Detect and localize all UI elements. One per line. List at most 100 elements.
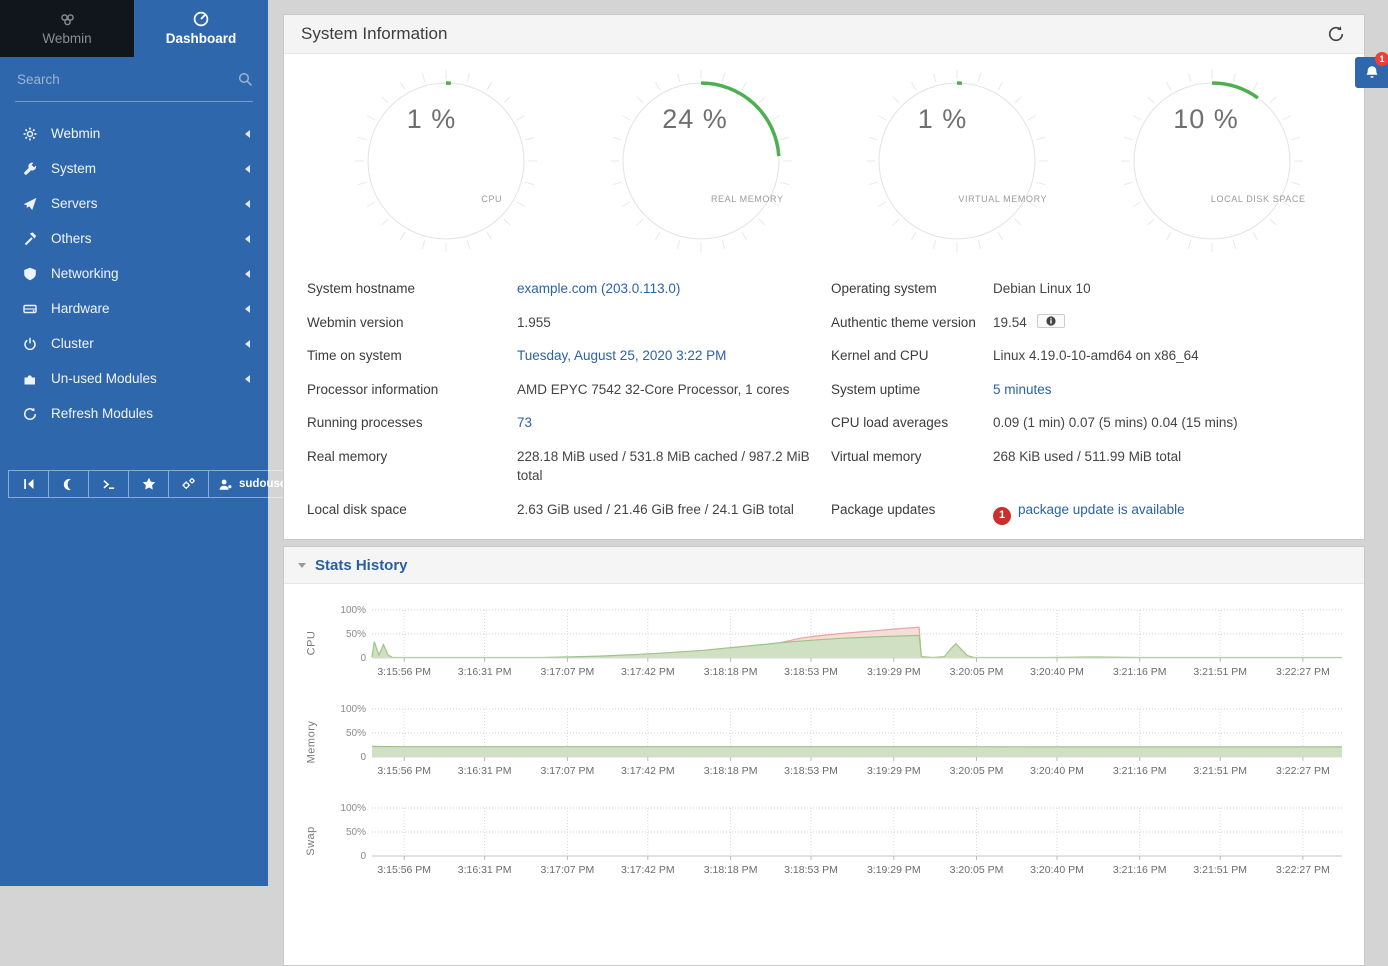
- gauge-value: 10 %: [1173, 104, 1239, 135]
- sidebar-item-unused-modules[interactable]: Un-used Modules: [0, 361, 268, 396]
- cpu-chart: CPU 3:15:56 PM3:16:31 PM3:17:07 PM3:17:4…: [300, 600, 1364, 685]
- x-tick-label: 3:18:53 PM: [784, 666, 838, 678]
- gauge-virtual-memory: 1 % VIRTUAL MEMORY: [862, 66, 1052, 256]
- sidebar-item-hardware[interactable]: Hardware: [0, 291, 268, 326]
- user-icon: [218, 478, 233, 491]
- sidebar-item-networking[interactable]: Networking: [0, 256, 268, 291]
- x-tick-label: 3:16:31 PM: [458, 765, 512, 777]
- notification-count-badge: 1: [1375, 52, 1388, 66]
- info-value: 19.54: [993, 306, 1344, 340]
- refresh-page-button[interactable]: [1325, 23, 1347, 45]
- x-tick-label: 3:16:31 PM: [458, 666, 512, 678]
- hard-drive-icon: [22, 302, 38, 316]
- chevron-left-icon: [245, 270, 250, 278]
- sidebar-menu: Webmin System Servers Others Networking …: [0, 102, 268, 431]
- y-tick-label: 100%: [340, 605, 366, 616]
- gear-icon: [22, 127, 38, 141]
- info-value: Debian Linux 10: [993, 272, 1344, 306]
- gauge-label: REAL MEMORY: [711, 194, 784, 204]
- tab-webmin[interactable]: Webmin: [0, 0, 134, 57]
- sidebar-item-servers[interactable]: Servers: [0, 186, 268, 221]
- gauge-dial: [1117, 66, 1307, 261]
- y-tick-label: 50%: [346, 629, 366, 640]
- running-processes-link[interactable]: 73: [517, 415, 532, 430]
- page-title: System Information: [301, 24, 447, 44]
- info-value: 228.18 MiB used / 531.8 MiB cached / 987…: [517, 440, 831, 493]
- notifications-button[interactable]: 1: [1355, 57, 1388, 88]
- night-mode-button[interactable]: [48, 471, 88, 497]
- tab-webmin-label: Webmin: [42, 31, 91, 46]
- x-tick-label: 3:19:29 PM: [867, 864, 921, 876]
- system-information-header: System Information: [284, 15, 1364, 54]
- info-label: Operating system: [831, 272, 993, 306]
- sidebar-item-label: Webmin: [51, 126, 245, 141]
- sidebar-item-others[interactable]: Others: [0, 221, 268, 256]
- package-updates-link[interactable]: package update is available: [1018, 502, 1185, 517]
- tab-dashboard[interactable]: Dashboard: [134, 0, 268, 57]
- settings-button[interactable]: [168, 471, 208, 497]
- search-input[interactable]: [15, 71, 238, 88]
- x-tick-label: 3:21:16 PM: [1113, 864, 1167, 876]
- x-tick-label: 3:16:31 PM: [458, 864, 512, 876]
- info-label: Authentic theme version: [831, 306, 993, 340]
- chart-series-line: [372, 746, 1342, 747]
- sidebar-item-cluster[interactable]: Cluster: [0, 326, 268, 361]
- y-tick-label: 0: [360, 851, 366, 862]
- x-tick-label: 3:17:07 PM: [541, 864, 595, 876]
- terminal-button[interactable]: [88, 471, 128, 497]
- info-label: Virtual memory: [831, 440, 993, 474]
- x-tick-label: 3:18:18 PM: [704, 864, 758, 876]
- uptime-link[interactable]: 5 minutes: [993, 382, 1052, 397]
- hostname-link[interactable]: example.com (203.0.113.0): [517, 281, 680, 296]
- gauge-value: 1 %: [918, 104, 968, 135]
- chevron-left-icon: [245, 200, 250, 208]
- x-tick-label: 3:17:07 PM: [541, 666, 595, 678]
- gauge-dial: [351, 66, 541, 261]
- gauge-value: 1 %: [407, 104, 457, 135]
- favorites-button[interactable]: [128, 471, 168, 497]
- chevron-left-icon: [245, 340, 250, 348]
- info-value: 268 KiB used / 511.99 MiB total: [993, 440, 1344, 474]
- paper-plane-icon: [22, 197, 38, 211]
- webmin-logo-icon: [59, 12, 76, 27]
- sidebar-item-webmin[interactable]: Webmin: [0, 116, 268, 151]
- gauge-value: 24 %: [662, 104, 728, 135]
- x-tick-label: 3:17:42 PM: [621, 666, 675, 678]
- theme-info-button[interactable]: [1037, 314, 1065, 328]
- y-tick-label: 50%: [346, 728, 366, 739]
- x-tick-label: 3:19:29 PM: [867, 666, 921, 678]
- info-label: Time on system: [307, 339, 517, 373]
- sidebar-item-refresh-modules[interactable]: Refresh Modules: [0, 396, 268, 431]
- sidebar-item-label: Cluster: [51, 336, 245, 351]
- info-label: System hostname: [307, 272, 517, 306]
- x-tick-label: 3:21:51 PM: [1193, 765, 1247, 777]
- x-tick-label: 3:21:51 PM: [1193, 666, 1247, 678]
- x-tick-label: 3:20:05 PM: [950, 765, 1004, 777]
- info-value: 5 minutes: [993, 373, 1344, 407]
- gauge-label: VIRTUAL MEMORY: [958, 194, 1047, 204]
- x-tick-label: 3:20:40 PM: [1030, 765, 1084, 777]
- info-value: Linux 4.19.0-10-amd64 on x86_64: [993, 339, 1344, 373]
- x-tick-label: 3:18:18 PM: [704, 765, 758, 777]
- info-value: 2.63 GiB used / 21.46 GiB free / 24.1 Gi…: [517, 493, 831, 527]
- search-icon[interactable]: [238, 72, 253, 87]
- info-label: Local disk space: [307, 493, 517, 527]
- y-tick-label: 50%: [346, 827, 366, 838]
- stats-charts: CPU 3:15:56 PM3:16:31 PM3:17:07 PM3:17:4…: [284, 584, 1364, 883]
- time-on-system-link[interactable]: Tuesday, August 25, 2020 3:22 PM: [517, 348, 726, 363]
- x-tick-label: 3:22:27 PM: [1276, 765, 1330, 777]
- dashboard-gauge-icon: [193, 11, 209, 27]
- collapse-sidebar-button[interactable]: [9, 471, 48, 497]
- chevron-left-icon: [245, 165, 250, 173]
- shield-icon: [22, 267, 38, 281]
- x-tick-label: 3:19:29 PM: [867, 765, 921, 777]
- x-tick-label: 3:17:42 PM: [621, 765, 675, 777]
- sidebar-item-label: Networking: [51, 266, 245, 281]
- stats-history-header[interactable]: Stats History: [284, 547, 1364, 584]
- chart-plot-area: 3:15:56 PM3:16:31 PM3:17:07 PM3:17:42 PM…: [322, 600, 1352, 685]
- info-value: AMD EPYC 7542 32-Core Processor, 1 cores: [517, 373, 831, 407]
- sidebar-item-label: Servers: [51, 196, 245, 211]
- collapse-icon: [22, 477, 36, 491]
- sidebar-item-system[interactable]: System: [0, 151, 268, 186]
- chart-series-area: [372, 635, 1342, 658]
